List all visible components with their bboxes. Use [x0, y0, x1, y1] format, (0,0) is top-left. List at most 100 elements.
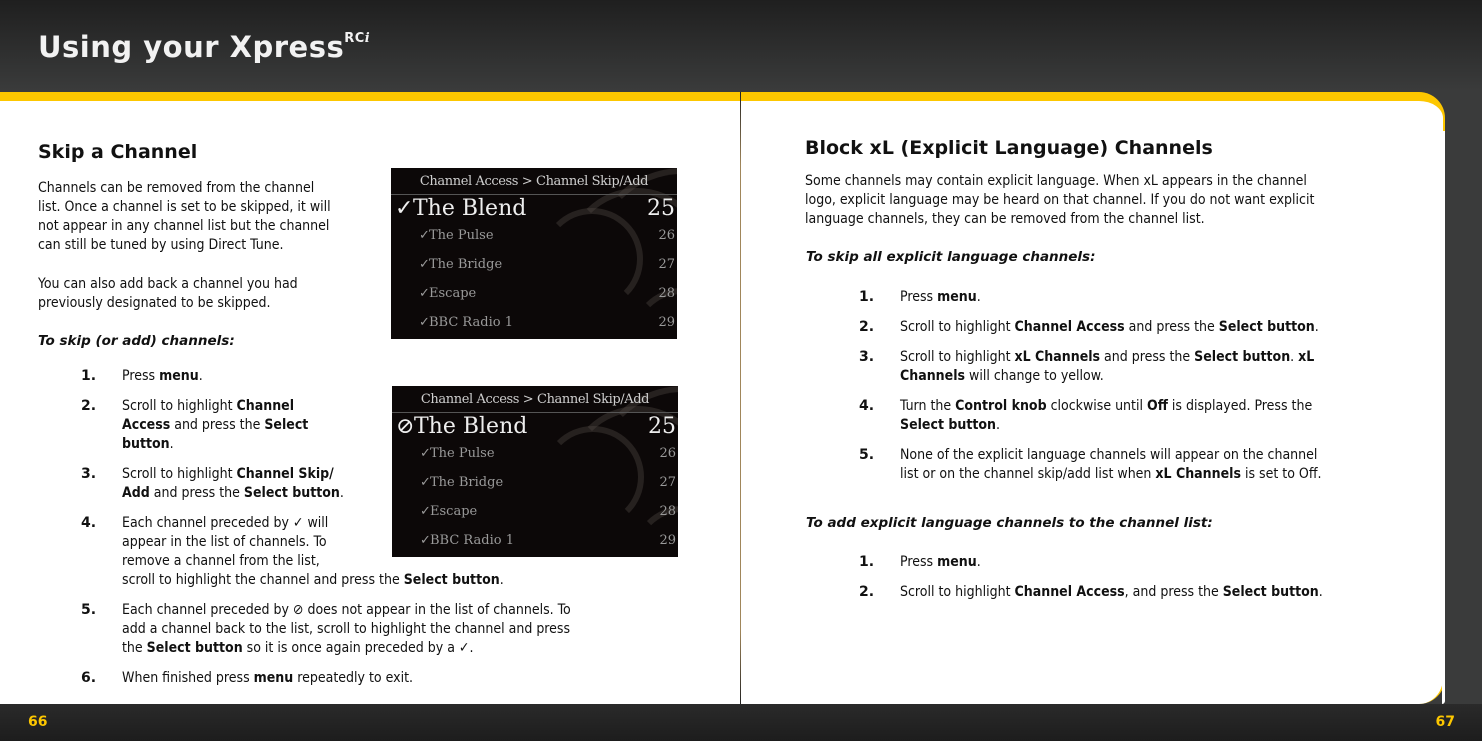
step-number: 6. [81, 670, 97, 686]
step-text: appear in the list of channels. To [122, 534, 327, 550]
step-text: Each channel preceded by ✓ will [122, 515, 329, 531]
step-text: Scroll to highlight [900, 319, 1015, 335]
step-text: repeatedly to exit. [293, 670, 414, 686]
step-number: 5. [81, 602, 97, 618]
skip-intro-paragraph: Channels can be removed from the channel… [38, 179, 388, 255]
skipped-icon: ⊘ [396, 414, 415, 439]
xl-intro-paragraph: Some channels may contain explicit langu… [805, 172, 1425, 229]
channel-name: BBC Radio 1 [429, 315, 513, 330]
step-keyword: Channel Skip/ [236, 466, 334, 482]
page-number-right: 67 [1435, 714, 1455, 730]
channel-number: 29 [659, 533, 676, 548]
step-keyword: xL [1298, 349, 1315, 365]
step-text: is set to Off. [1240, 466, 1322, 482]
channel-name: Escape [430, 504, 478, 519]
page-footer [0, 704, 1482, 741]
intro-line: language channels, they can be removed f… [805, 211, 1205, 227]
page-spine-divider [740, 92, 741, 704]
step-item: 4. Turn the Control knob clockwise until … [859, 397, 1419, 435]
channel-number: 25 [648, 414, 676, 439]
step-keyword: Select button [1218, 319, 1315, 335]
step-number: 2. [81, 398, 97, 414]
step-text: remove a channel from the list, [122, 553, 320, 569]
page-title-text: Using your Xpress [38, 30, 345, 64]
xl-add-lead: To add explicit language channels to the… [806, 515, 1213, 531]
step-number: 1. [859, 289, 875, 305]
xl-add-steps-list: 1. Press menu. 2. Scroll to highlight Chann… [859, 553, 1419, 613]
step-text: list or on the channel skip/add list whe… [900, 466, 1156, 482]
page-title: Using your XpressRCi [38, 30, 370, 64]
step-text: Each channel preceded by ⊘ does not appe… [122, 602, 571, 618]
step-keyword: menu [253, 670, 294, 686]
channel-number: 28 [659, 504, 676, 519]
xl-skip-steps-list: 1. Press menu. 2. Scroll to highlight Chann… [859, 288, 1419, 495]
add-back-line: previously designated to be skipped. [38, 295, 271, 311]
channel-number: 27 [658, 257, 675, 272]
step-text: scroll to highlight the channel and pres… [122, 572, 404, 588]
channel-number: 25 [647, 196, 675, 221]
step-number: 1. [859, 554, 875, 570]
step-item: 3. Scroll to highlight xL Channels and pr… [859, 348, 1419, 386]
step-keyword: Channel Access [1014, 584, 1125, 600]
step-text: , and press the [1124, 584, 1223, 600]
screen-breadcrumb: Channel Access > Channel Skip/Add [419, 174, 649, 189]
step-text: will change to yellow. [965, 368, 1104, 384]
step-text: . [996, 417, 1000, 433]
step-text: Press [122, 368, 160, 384]
channel-number: 29 [658, 315, 675, 330]
step-number: 3. [81, 466, 97, 482]
step-number: 4. [859, 398, 875, 414]
step-text: the [122, 640, 147, 656]
step-keyword: Select [264, 417, 309, 433]
channel-name: The Pulse [430, 446, 495, 461]
title-sup-i: i [364, 31, 371, 47]
step-keyword: Channels [900, 368, 966, 384]
device-screen-skip-add-checked: Channel Access > Channel Skip/Add ✓ The Bl… [391, 168, 677, 339]
step-keyword: Select button [403, 572, 500, 588]
title-sup-rc: RC [344, 31, 365, 47]
step-keyword: Select button [1222, 584, 1319, 600]
channel-number: 27 [659, 475, 676, 490]
step-keyword: menu [159, 368, 199, 384]
step-keyword: Channel [236, 398, 295, 414]
step-text: . [339, 485, 344, 501]
step-keyword: xL Channels [1014, 349, 1101, 365]
step-keyword: Access [122, 417, 171, 433]
step-text: is displayed. Press the [1167, 398, 1313, 414]
step-number: 2. [859, 319, 875, 335]
channel-name: The Pulse [429, 228, 494, 243]
step-keyword: Off [1146, 398, 1168, 414]
step-number: 5. [859, 447, 875, 463]
channel-name: The Blend [414, 414, 528, 439]
intro-line: list. Once a channel is set to be skippe… [38, 199, 331, 215]
step-keyword: Channel Access [1014, 319, 1125, 335]
step-item: 5. Each channel preceded by ⊘ does not ap… [81, 601, 681, 658]
title-superscript: RCi [344, 31, 370, 46]
channel-number: 28 [658, 286, 675, 301]
checkmark-icon: ✓ [395, 196, 414, 221]
channel-number: 26 [658, 228, 675, 243]
channel-name: The Bridge [430, 475, 504, 490]
step-text: . [1290, 349, 1299, 365]
step-item: 1. Press menu. [81, 367, 681, 386]
step-text: Scroll to highlight [900, 584, 1015, 600]
device-screen-skip-add-skipped: Channel Access > Channel Skip/Add ⊘ The Bl… [392, 386, 678, 557]
step-text: None of the explicit language channels w… [900, 447, 1318, 463]
intro-line: Channels can be removed from the channel [38, 180, 315, 196]
xl-skip-lead: To skip all explicit language channels: [806, 249, 1096, 265]
step-number: 4. [81, 515, 97, 531]
step-keyword: Select button [146, 640, 243, 656]
add-back-line: You can also add back a channel you had [38, 276, 298, 292]
step-text: . [198, 368, 203, 384]
step-text: so it is once again preceded by a ✓. [242, 640, 474, 656]
screen-divider [391, 194, 677, 195]
intro-line: Some channels may contain explicit langu… [805, 173, 1307, 189]
step-text: . [1318, 584, 1323, 600]
skip-instructions-lead: To skip (or add) channels: [38, 333, 235, 349]
step-keyword: Select button [243, 485, 340, 501]
step-text: . [976, 554, 981, 570]
step-item: 1. Press menu. [859, 553, 1419, 572]
step-text: and press the [170, 417, 265, 433]
step-text: . [976, 289, 981, 305]
step-text: clockwise until [1046, 398, 1147, 414]
